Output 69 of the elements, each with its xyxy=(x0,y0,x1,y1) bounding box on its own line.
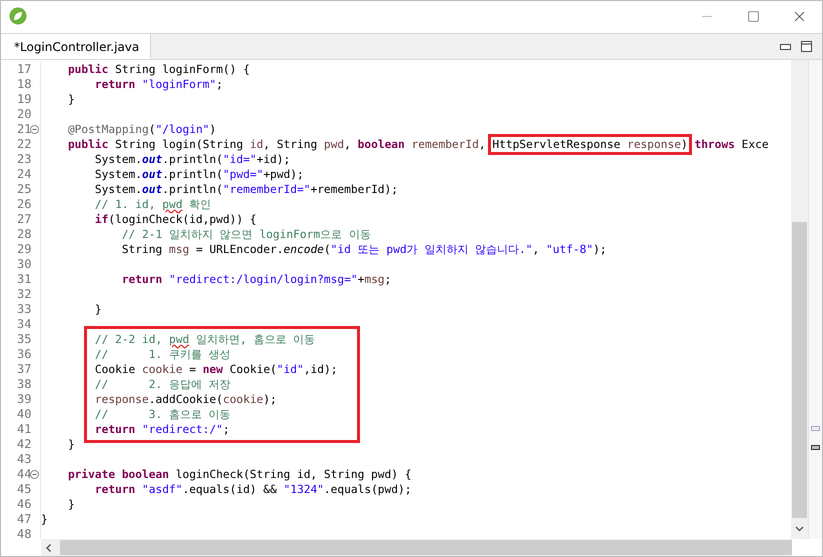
code-line: return "redirect:/login/login?msg="+msg; xyxy=(120,272,392,287)
code-line: } xyxy=(41,512,48,527)
line-number: 35 xyxy=(17,332,32,347)
line-number: 32 xyxy=(17,287,32,302)
line-number: 24 xyxy=(17,167,32,182)
line-number: 31 xyxy=(17,272,32,287)
code-line: System.out.println("rememberId="+rememberId); xyxy=(94,182,398,197)
line-number: 38 xyxy=(17,377,32,392)
line-number: 37 xyxy=(17,362,32,377)
line-number: 47 xyxy=(17,512,32,527)
line-number: 17 xyxy=(17,62,32,77)
code-line: System.out.println("pwd="+pwd); xyxy=(94,167,304,182)
line-number: 48 xyxy=(17,527,32,539)
code-line: } xyxy=(66,437,75,452)
code-line: } xyxy=(66,92,75,107)
line-number: 26 xyxy=(17,197,32,212)
code-line: } xyxy=(94,302,102,317)
code-line: return "asdf".equals(id) && "1324".equals(pwd); xyxy=(94,482,412,497)
line-number: 45 xyxy=(17,482,32,497)
code-line: public String login(String id, String pwd, boolean rememberId, HttpServletResponse response) throws Exce xyxy=(41,137,769,152)
code-line: return "redirect:/"; xyxy=(94,422,230,437)
code-line: // 2-2 id, pwd 일치하면, 홈으로 이동 xyxy=(94,332,316,347)
line-number: 20 xyxy=(17,107,32,122)
line-number: 46 xyxy=(17,497,32,512)
ruler-marker-icon xyxy=(811,445,820,450)
line-number: 18 xyxy=(17,77,32,92)
leaf-logo xyxy=(9,7,27,25)
line-number: 33 xyxy=(17,302,32,317)
code-line: // 1. 쿠키를 생성 xyxy=(94,347,231,362)
line-number: 41 xyxy=(17,422,32,437)
code-line: private boolean loginCheck(String id, String pwd) { xyxy=(66,467,412,482)
code-line: // 2. 응답에 저장 xyxy=(94,377,231,392)
code-line: response.addCookie(cookie); xyxy=(94,392,277,407)
line-number: 42 xyxy=(17,437,32,452)
maximize-view-icon[interactable] xyxy=(801,41,812,52)
line-number: 29 xyxy=(17,242,32,257)
line-number: 25 xyxy=(17,182,32,197)
code-line: return "loginForm"; xyxy=(94,77,223,92)
code-line: public String loginForm() { xyxy=(66,62,250,77)
line-number: 27 xyxy=(17,212,32,227)
line-number: 19 xyxy=(17,92,32,107)
code-line: // 1. id, pwd 확인 xyxy=(94,197,212,212)
line-number: 30 xyxy=(17,257,32,272)
line-number: 43 xyxy=(17,452,32,467)
line-number: 23 xyxy=(17,152,32,167)
minimize-view-icon[interactable] xyxy=(780,44,791,50)
code-line: @PostMapping("/login") xyxy=(66,122,216,137)
line-number: 34 xyxy=(17,317,32,332)
line-number: 40 xyxy=(17,407,32,422)
line-number: 22 xyxy=(17,137,32,152)
code-line: String msg = URLEncoder.encode("id 또는 pwd가 일치하지 않습니다.", "utf-8"); xyxy=(120,242,607,257)
code-line: // 3. 홈으로 이동 xyxy=(94,407,231,422)
line-number: 39 xyxy=(17,392,32,407)
code-line: // 2-1 일치하지 않으면 loginForm으로 이동 xyxy=(120,227,371,242)
horizontal-scrollbar[interactable] xyxy=(41,539,792,556)
line-number: 44 xyxy=(17,467,32,482)
code-line: } xyxy=(66,497,75,512)
line-number: 28 xyxy=(17,227,32,242)
scroll-left-icon[interactable] xyxy=(44,542,54,554)
code-line: Cookie cookie = new Cookie("id",id); xyxy=(94,362,338,377)
line-number: 21 xyxy=(17,122,32,137)
code-line: System.out.println("id="+id); xyxy=(94,152,290,167)
vertical-scrollbar[interactable] xyxy=(791,60,808,539)
collapse-icon[interactable] xyxy=(30,125,39,134)
collapse-icon[interactable] xyxy=(30,470,39,479)
code-line: if(loginCheck(id,pwd)) { xyxy=(94,212,257,227)
maximize-icon xyxy=(746,10,760,22)
line-number: 36 xyxy=(17,347,32,362)
editor-tab[interactable]: *LoginController.java xyxy=(1,34,151,59)
